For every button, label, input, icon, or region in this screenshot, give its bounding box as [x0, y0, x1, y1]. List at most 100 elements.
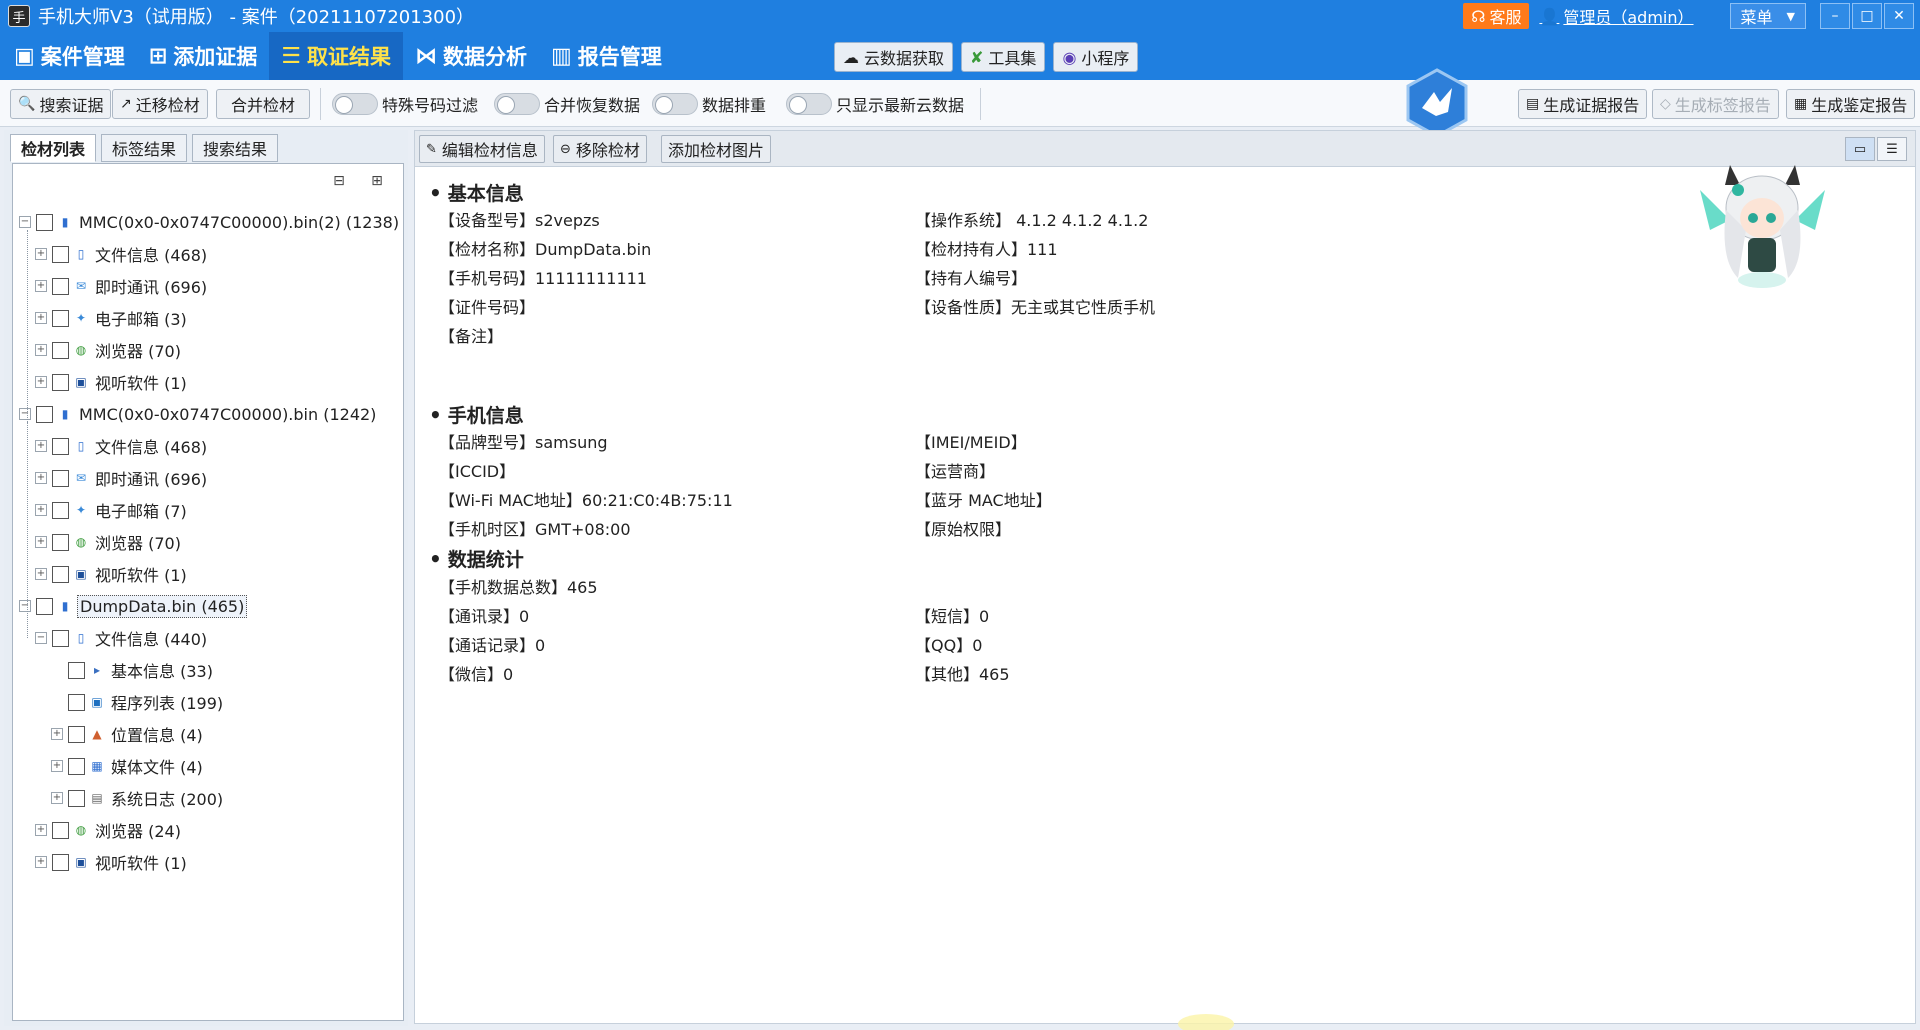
tree-node[interactable]: + ◍ 浏览器 (70) [13, 526, 403, 558]
toggle-latest-cloud-only[interactable]: 只显示最新云数据 [786, 92, 964, 116]
tree-node-checkbox[interactable] [52, 469, 69, 487]
tree-node-checkbox[interactable] [52, 341, 69, 359]
support-button[interactable]: ☊ 客服 [1463, 3, 1530, 29]
tree-node-label[interactable]: 系统日志 (200) [109, 785, 225, 811]
nav-case-management[interactable]: ▣ 案件管理 [2, 32, 137, 80]
tree-node[interactable]: − ▯ 文件信息 (440) [13, 622, 403, 654]
tree-node-checkbox[interactable] [52, 277, 69, 295]
expand-toggle-icon[interactable]: + [35, 504, 47, 516]
tree-node-checkbox[interactable] [36, 597, 53, 615]
nav-forensic-results[interactable]: ☰ 取证结果 [269, 32, 403, 80]
search-evidence-button[interactable]: 🔍 搜索证据 [10, 89, 112, 119]
generate-tag-report-button[interactable]: ◇ 生成标签报告 [1652, 89, 1779, 119]
tree-node-checkbox[interactable] [68, 661, 85, 679]
expand-toggle-icon[interactable]: + [51, 792, 63, 804]
tree-node[interactable]: + ✉ 即时通讯 (696) [13, 462, 403, 494]
expand-toggle-icon[interactable]: + [51, 728, 63, 740]
toggle-special-number-filter[interactable]: 特殊号码过滤 [332, 92, 478, 116]
tree-node-label[interactable]: 媒体文件 (4) [109, 753, 205, 779]
tree-node[interactable]: + ▲ 位置信息 (4) [13, 718, 403, 750]
nav-report-management[interactable]: ▥ 报告管理 [539, 32, 674, 80]
tab-material-list[interactable]: 检材列表 [10, 134, 97, 162]
tree-node-checkbox[interactable] [52, 853, 69, 871]
tab-tag-results[interactable]: 标签结果 [101, 134, 188, 162]
tree-node-label[interactable]: 基本信息 (33) [109, 657, 215, 683]
tree-node[interactable]: − ▮ MMC(0x0-0x0747C00000).bin (1242) [13, 398, 403, 430]
expand-toggle-icon[interactable]: + [35, 248, 47, 260]
tree-node-checkbox[interactable] [68, 789, 85, 807]
user-link[interactable]: 👤 管理员（admin） [1539, 4, 1693, 28]
add-material-image-button[interactable]: 添加检材图片 [661, 135, 772, 163]
expand-toggle-icon[interactable]: + [35, 856, 47, 868]
tree-node[interactable]: + ✉ 即时通讯 (696) [13, 270, 403, 302]
tree-node-label[interactable]: 程序列表 (199) [109, 689, 225, 715]
maximize-button[interactable]: □ [1852, 3, 1882, 29]
toggle-switch[interactable] [786, 93, 832, 115]
tree-node[interactable]: + ▣ 视听软件 (1) [13, 846, 403, 878]
tree-node[interactable]: − ▮ MMC(0x0-0x0747C00000).bin(2) (1238) [13, 206, 403, 238]
toggle-switch[interactable] [332, 93, 378, 115]
edit-material-button[interactable]: ✎ 编辑检材信息 [419, 135, 545, 163]
tree-node-checkbox[interactable] [68, 693, 85, 711]
toggle-switch[interactable] [652, 93, 698, 115]
nav-data-analysis[interactable]: ⋈ 数据分析 [403, 32, 539, 80]
tree-node-label[interactable]: MMC(0x0-0x0747C00000).bin(2) (1238) [77, 212, 401, 233]
generate-appraisal-report-button[interactable]: ▦ 生成鉴定报告 [1786, 89, 1916, 119]
tree-node-label[interactable]: 文件信息 (468) [93, 433, 209, 459]
expand-toggle-icon[interactable]: + [35, 536, 47, 548]
tree-node-label[interactable]: 文件信息 (468) [93, 241, 209, 267]
tree-node-label[interactable]: 文件信息 (440) [93, 625, 209, 651]
merge-material-button[interactable]: 合并检材 [216, 89, 311, 119]
list-view-icon[interactable]: ☰ [1877, 137, 1907, 161]
expand-toggle-icon[interactable]: + [35, 440, 47, 452]
expand-toggle-icon[interactable]: + [35, 344, 47, 356]
tree-node-checkbox[interactable] [52, 565, 69, 583]
tree-node[interactable]: + ▯ 文件信息 (468) [13, 430, 403, 462]
tree-node-label[interactable]: 视听软件 (1) [93, 849, 189, 875]
tree-node[interactable]: + ▣ 视听软件 (1) [13, 366, 403, 398]
collapse-toggle-icon[interactable]: − [19, 600, 31, 612]
tree-node[interactable]: + ▣ 视听软件 (1) [13, 558, 403, 590]
remove-material-button[interactable]: ⊖ 移除检材 [553, 135, 647, 163]
tree-node[interactable]: + ▯ 文件信息 (468) [13, 238, 403, 270]
tree-node-checkbox[interactable] [68, 725, 85, 743]
tree-node-label[interactable]: MMC(0x0-0x0747C00000).bin (1242) [77, 404, 378, 425]
tree-node[interactable]: − ▮ DumpData.bin (465) [13, 590, 403, 622]
cloud-data-button[interactable]: ☁ 云数据获取 [834, 42, 954, 72]
migrate-material-button[interactable]: ↗ 迁移检材 [112, 89, 208, 119]
tree-node-label[interactable]: DumpData.bin (465) [77, 594, 248, 618]
nav-add-evidence[interactable]: ⊞ 添加证据 [137, 32, 269, 80]
tree-node-label[interactable]: 位置信息 (4) [109, 721, 205, 747]
menu-button[interactable]: 菜单 ▼ [1729, 3, 1806, 29]
tree-node-checkbox[interactable] [52, 821, 69, 839]
collapse-toggle-icon[interactable]: − [19, 216, 31, 228]
tree-node-label[interactable]: 即时通讯 (696) [93, 465, 209, 491]
tree-node-label[interactable]: 浏览器 (70) [93, 529, 183, 555]
tree-node-checkbox[interactable] [68, 757, 85, 775]
minimize-button[interactable]: – [1820, 3, 1850, 29]
tree-node-checkbox[interactable] [52, 437, 69, 455]
expand-toggle-icon[interactable]: + [35, 568, 47, 580]
tree-node-checkbox[interactable] [52, 373, 69, 391]
tree-node[interactable]: + ✦ 电子邮箱 (7) [13, 494, 403, 526]
tab-search-results[interactable]: 搜索结果 [192, 134, 279, 162]
expand-toggle-icon[interactable]: + [35, 376, 47, 388]
toggle-dedupe[interactable]: 数据排重 [652, 92, 766, 116]
close-button[interactable]: ✕ [1884, 3, 1914, 29]
tree-node-label[interactable]: 即时通讯 (696) [93, 273, 209, 299]
toolset-button[interactable]: ✘ 工具集 [961, 42, 1046, 72]
card-view-icon[interactable]: ▭ [1845, 137, 1875, 161]
toggle-merge-recovered[interactable]: 合并恢复数据 [494, 92, 640, 116]
expand-toggle-icon[interactable]: + [35, 824, 47, 836]
tree-node-checkbox[interactable] [52, 309, 69, 327]
tree-node[interactable]: ▸ 基本信息 (33) [13, 654, 403, 686]
tree-node[interactable]: + ◍ 浏览器 (24) [13, 814, 403, 846]
tree-node-label[interactable]: 浏览器 (24) [93, 817, 183, 843]
tree-node-checkbox[interactable] [52, 245, 69, 263]
tree-node[interactable]: + ✦ 电子邮箱 (3) [13, 302, 403, 334]
collapse-all-icon[interactable]: ⊟ [325, 168, 353, 194]
collapse-toggle-icon[interactable]: − [35, 632, 47, 644]
tree-node-checkbox[interactable] [36, 405, 53, 423]
tree-node-checkbox[interactable] [52, 501, 69, 519]
miniapp-button[interactable]: ◉ 小程序 [1053, 42, 1139, 72]
